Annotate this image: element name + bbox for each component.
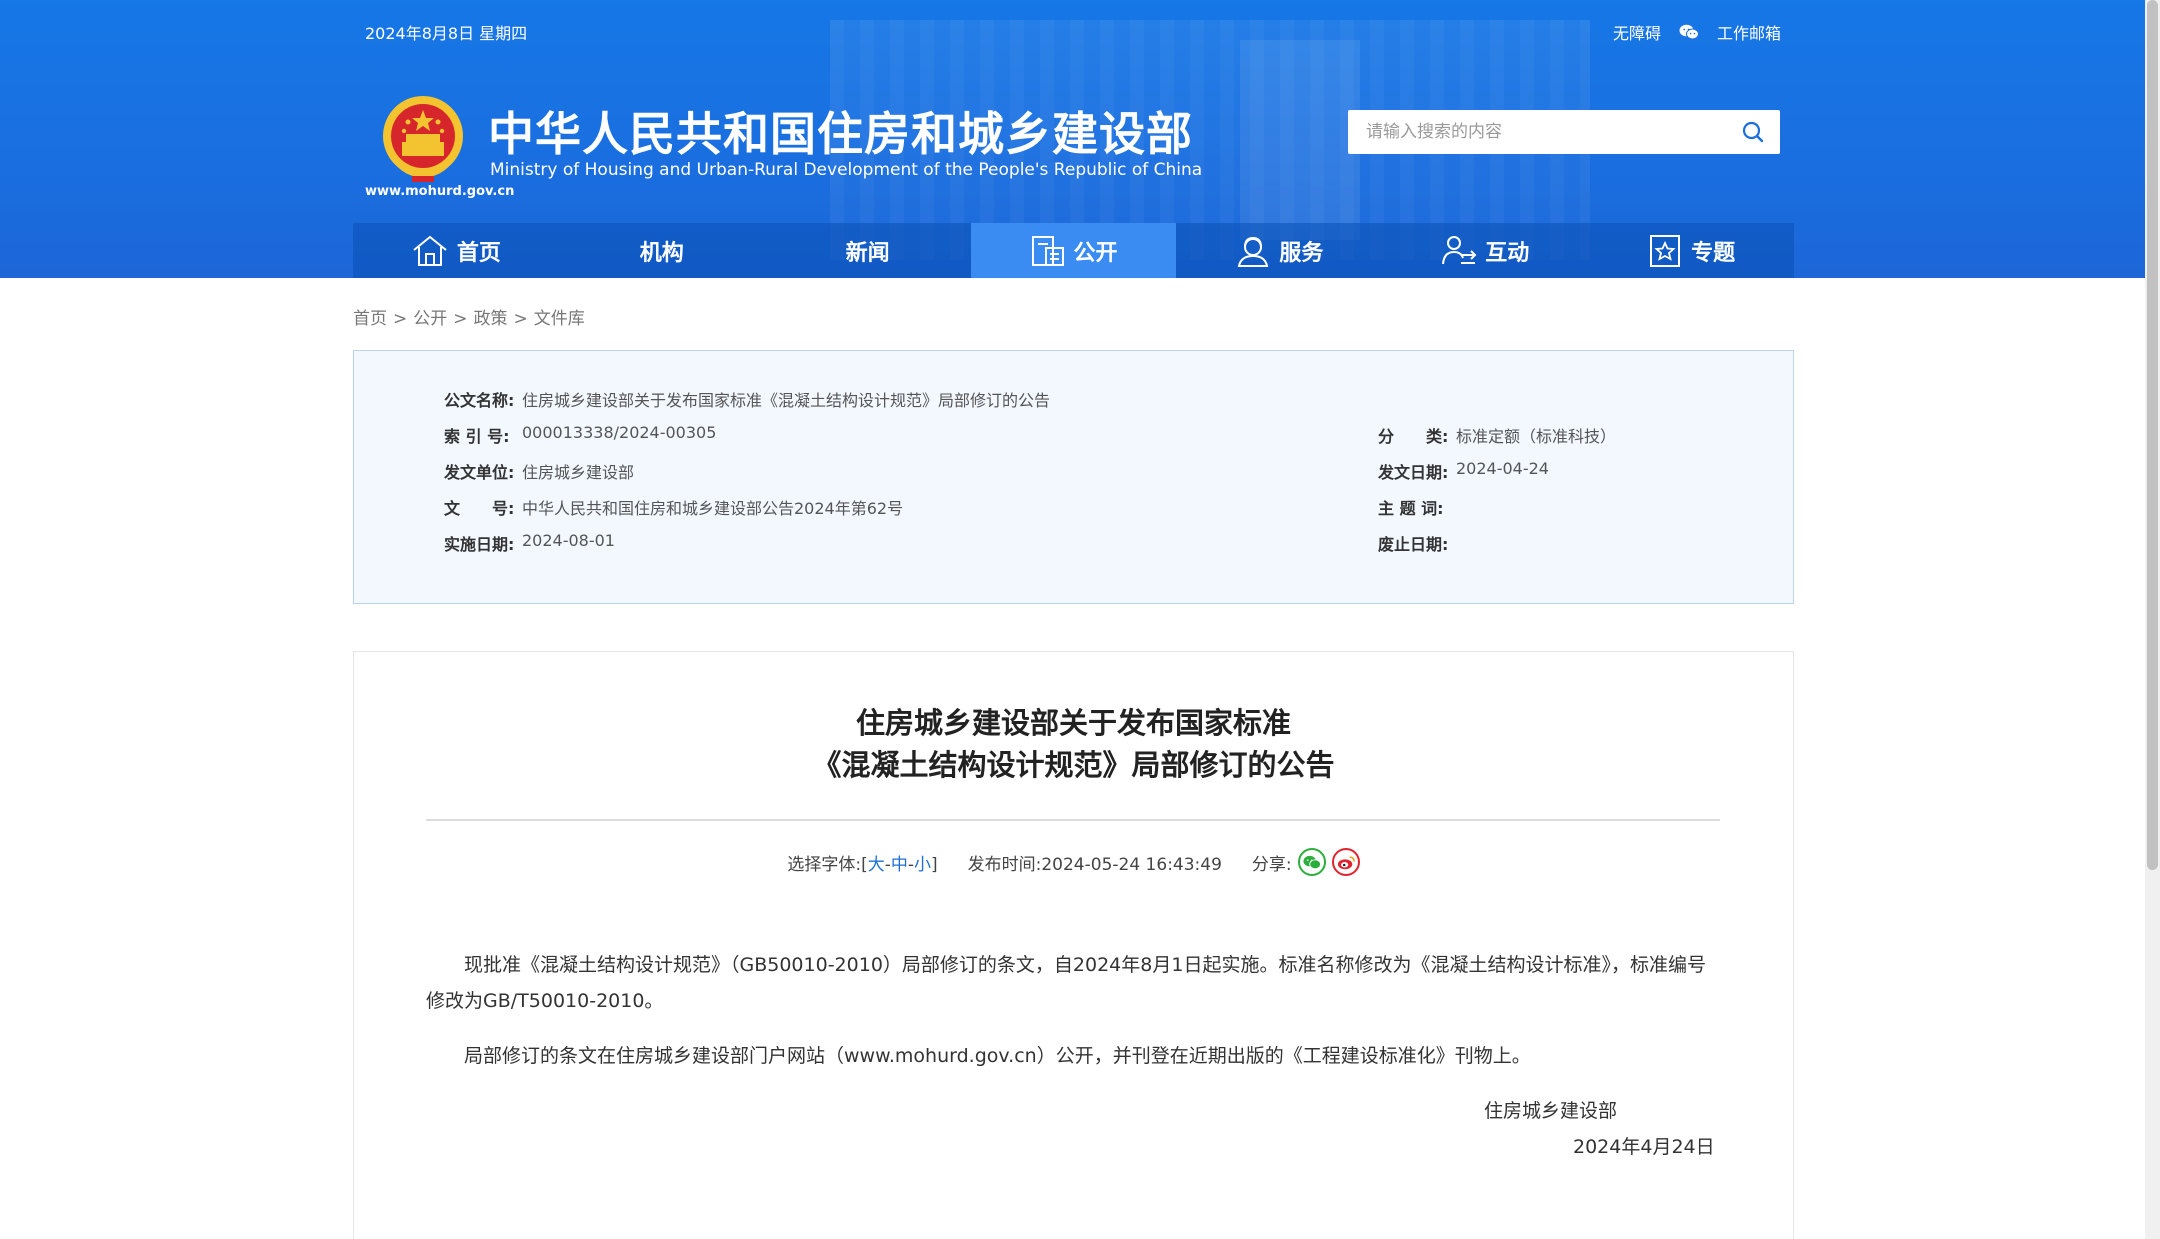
site-header: 2024年8月8日 星期四 无障碍 工作邮箱 www.mohurd.gov.cn… — [0, 0, 2145, 278]
share-wechat-icon[interactable] — [1297, 848, 1326, 876]
article-signature: 住房城乡建设部 — [1484, 1100, 1618, 1122]
font-small-button[interactable]: 小 — [914, 855, 931, 875]
header-background-tower — [1240, 40, 1360, 240]
site-subtitle: Ministry of Housing and Urban-Rural Deve… — [490, 160, 1203, 180]
breadcrumb-library[interactable]: 文件库 — [534, 309, 585, 329]
document-meta-box: 公文名称: 住房城乡建设部关于发布国家标准《混凝土结构设计规范》局部修订的公告 … — [353, 350, 1794, 604]
article-sign-date: 2024年4月24日 — [1573, 1136, 1715, 1158]
main-nav: 首页 机构 新闻 公开 服务 互动 专题 — [353, 223, 1794, 278]
article-title-line2: 《混凝土结构设计规范》局部修订的公告 — [812, 748, 1335, 782]
breadcrumb-home[interactable]: 首页 — [353, 309, 387, 329]
meta-repeal-date: 废止日期: — [1378, 535, 1449, 554]
share-weibo-icon[interactable] — [1331, 848, 1360, 876]
font-medium-button[interactable]: 中 — [891, 855, 908, 875]
article: 住房城乡建设部关于发布国家标准 《混凝土结构设计规范》局部修订的公告 选择字体:… — [353, 651, 1794, 1239]
article-paragraph-2: 局部修订的条文在住房城乡建设部门户网站（www.mohurd.gov.cn）公开… — [464, 1045, 1531, 1067]
meta-effective-date: 实施日期: 2024-08-01 — [444, 531, 615, 554]
breadcrumb: 首页 > 公开 > 政策 > 文件库 — [353, 309, 585, 329]
search-icon — [1742, 121, 1764, 143]
meta-doc-name: 公文名称: 住房城乡建设部关于发布国家标准《混凝土结构设计规范》局部修订的公告 — [444, 391, 1051, 410]
article-meta: 选择字体:[大-中-小] 发布时间:2024-05-24 16:43:49 分享… — [354, 848, 1793, 876]
nav-item-service[interactable]: 服务 — [1176, 223, 1382, 278]
current-date: 2024年8月8日 星期四 — [365, 24, 528, 43]
meta-category: 分 类: 标准定额（标准科技） — [1378, 427, 1617, 446]
meta-index: 索 引 号: 000013338/2024-00305 — [444, 423, 717, 446]
site-url[interactable]: www.mohurd.gov.cn — [365, 184, 514, 199]
nav-item-topic[interactable]: 专题 — [1588, 223, 1794, 278]
document-icon — [1031, 235, 1064, 266]
meta-issue-date: 发文日期: 2024-04-24 — [1378, 459, 1549, 482]
page-scrollbar[interactable] — [2145, 0, 2160, 1239]
work-mail-link[interactable]: 工作邮箱 — [1717, 20, 1781, 44]
home-icon — [413, 235, 447, 266]
share-bar: 分享: — [1252, 848, 1360, 876]
nav-item-news[interactable]: 新闻 — [765, 223, 971, 278]
search-input[interactable] — [1348, 110, 1726, 154]
publish-time: 发布时间:2024-05-24 16:43:49 — [967, 854, 1222, 875]
nav-item-home[interactable]: 首页 — [353, 223, 559, 278]
wechat-icon[interactable] — [1679, 24, 1699, 40]
interact-icon — [1442, 235, 1477, 264]
font-large-button[interactable]: 大 — [868, 855, 885, 875]
search-box — [1348, 110, 1780, 154]
meta-keywords: 主 题 词: — [1378, 499, 1444, 518]
nav-item-interact[interactable]: 互动 — [1382, 223, 1588, 278]
top-links: 无障碍 工作邮箱 — [1613, 20, 1781, 44]
nav-item-public[interactable]: 公开 — [970, 223, 1177, 278]
scrollbar-thumb[interactable] — [2147, 0, 2158, 870]
national-emblem-icon[interactable] — [378, 92, 468, 184]
breadcrumb-public[interactable]: 公开 — [413, 309, 447, 329]
breadcrumb-policy[interactable]: 政策 — [474, 309, 508, 329]
article-title-line1: 住房城乡建设部关于发布国家标准 — [855, 706, 1291, 740]
title-divider — [426, 819, 1720, 821]
search-button[interactable] — [1726, 110, 1780, 154]
service-icon — [1238, 236, 1269, 267]
article-paragraph-1: 现批准《混凝土结构设计规范》（GB50010-2010）局部修订的条文，自202… — [426, 954, 1706, 1012]
nav-item-org[interactable]: 机构 — [559, 223, 765, 278]
topic-icon — [1650, 234, 1681, 267]
meta-issuer: 发文单位: 住房城乡建设部 — [444, 463, 635, 482]
site-title[interactable]: 中华人民共和国住房和城乡建设部 — [488, 98, 1193, 164]
meta-doc-no: 文 号: 中华人民共和国住房和城乡建设部公告2024年第62号 — [444, 499, 904, 518]
font-size-selector: 选择字体:[大-中-小] — [787, 854, 938, 875]
accessibility-link[interactable]: 无障碍 — [1613, 20, 1661, 44]
